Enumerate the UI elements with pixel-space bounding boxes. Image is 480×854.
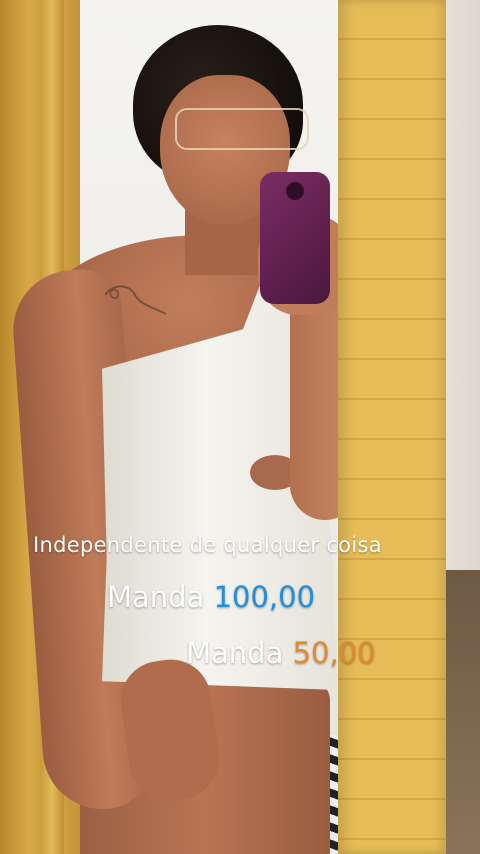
caption-line-1: Independente de qualquer coisa xyxy=(33,533,382,557)
caption-manda-1: Manda xyxy=(107,580,205,614)
mirror-frame-right xyxy=(338,0,446,854)
amount-50: 50,00 xyxy=(292,636,376,670)
phone-camera xyxy=(286,182,304,200)
story-photo: Independente de qualquer coisa Manda 100… xyxy=(0,0,480,854)
caption-line-2: Manda 100,00 xyxy=(107,580,315,614)
glasses xyxy=(175,108,309,150)
floor-corner xyxy=(440,570,480,854)
amount-100: 100,00 xyxy=(213,580,316,614)
caption-line-3: Manda 50,00 xyxy=(186,636,376,670)
tattoo xyxy=(104,285,167,315)
caption-manda-2: Manda xyxy=(186,636,284,670)
